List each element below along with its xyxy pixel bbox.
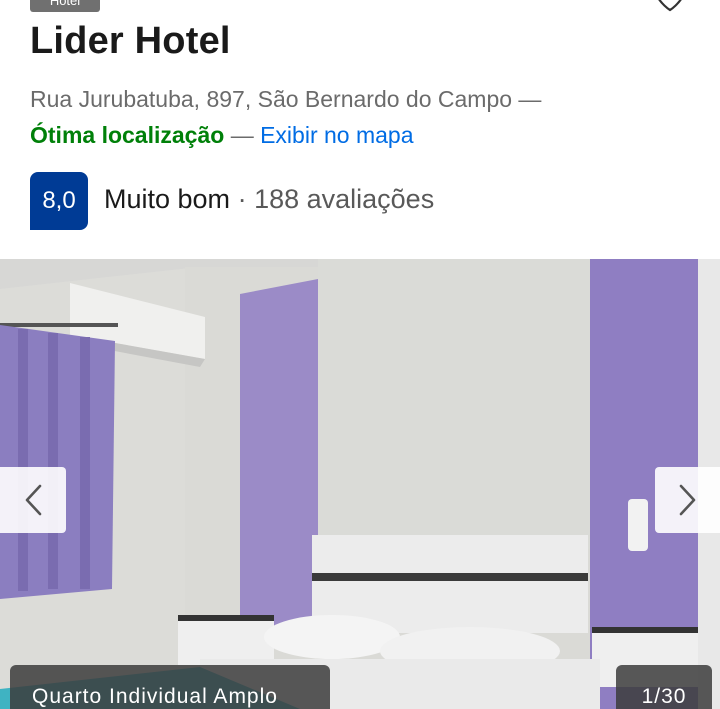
- photo-caption: Quarto Individual Amplo: [10, 665, 330, 709]
- property-type-badge: Hotel: [30, 0, 100, 12]
- rating-summary[interactable]: Muito bom · 188 avaliações: [104, 184, 434, 215]
- chevron-left-icon: [25, 484, 42, 516]
- heart-icon[interactable]: [652, 0, 688, 14]
- location-quality: Ótima localização: [30, 122, 225, 148]
- photo-gallery[interactable]: Quarto Individual Amplo 1/30: [0, 259, 720, 709]
- photo-counter: 1/30: [616, 665, 712, 709]
- location-line: Ótima localização — Exibir no mapa: [30, 122, 414, 149]
- location-separator: —: [230, 122, 254, 148]
- review-score-badge: 8,0: [30, 172, 88, 230]
- room-photo[interactable]: [0, 259, 698, 709]
- previous-photo-button[interactable]: [0, 467, 66, 533]
- next-photo-button[interactable]: [655, 467, 720, 533]
- hotel-name: Lider Hotel: [30, 20, 231, 62]
- review-count: · 188 avaliações: [237, 184, 435, 214]
- hotel-address: Rua Jurubatuba, 897, São Bernardo do Cam…: [30, 86, 542, 112]
- show-on-map-link[interactable]: Exibir no mapa: [260, 122, 413, 148]
- rating-word: Muito bom: [104, 184, 231, 214]
- chevron-right-icon: [679, 484, 696, 516]
